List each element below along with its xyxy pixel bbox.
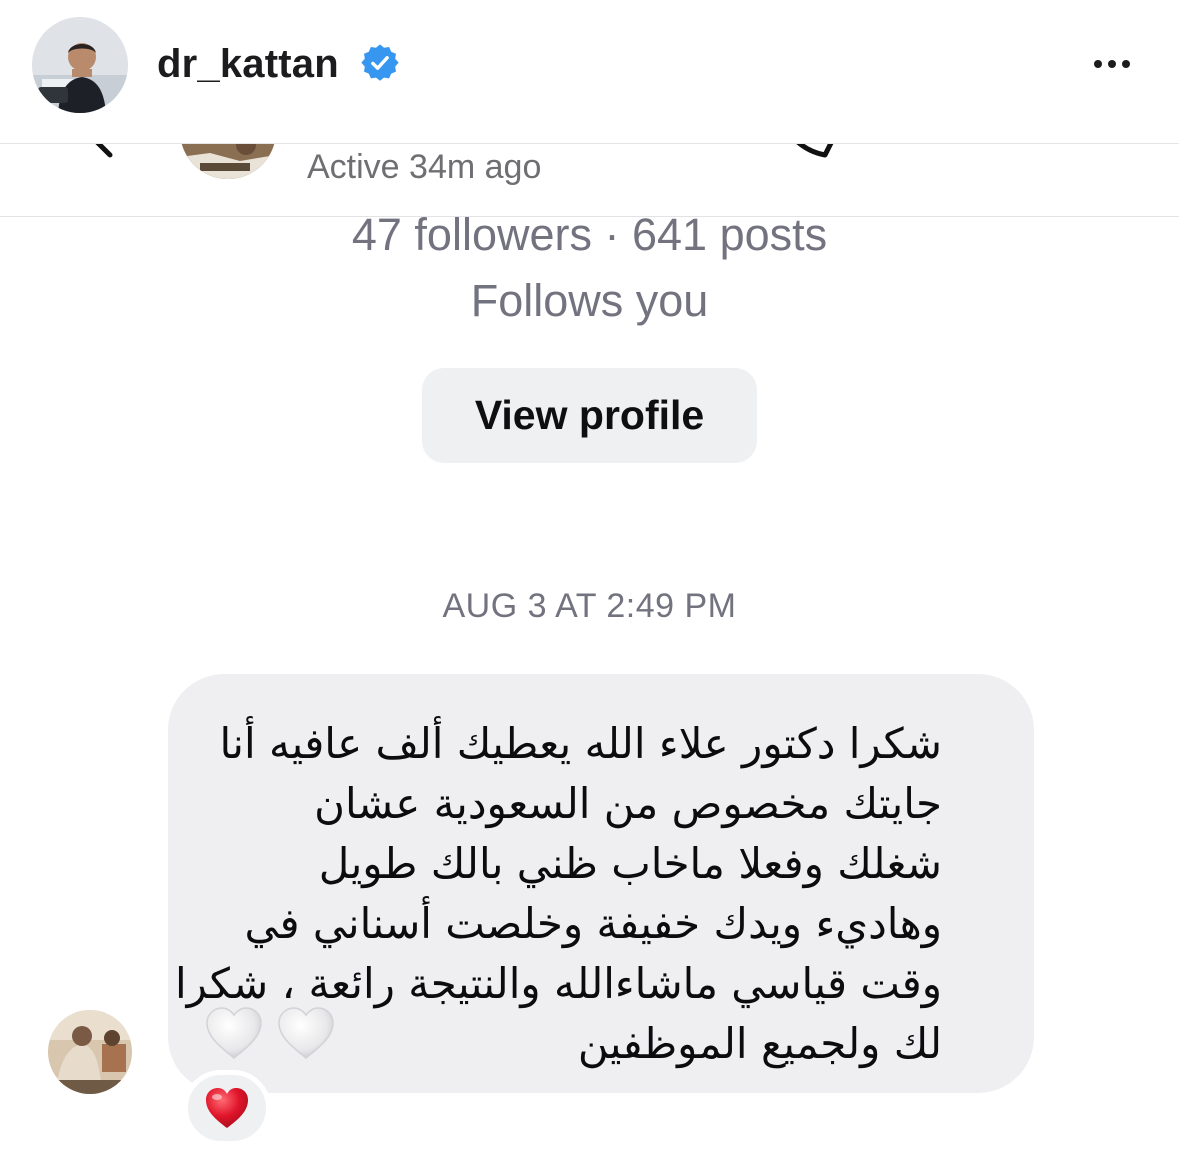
- message-timestamp: AUG 3 AT 2:49 PM: [442, 587, 737, 625]
- white-heart-icon: [278, 1007, 334, 1059]
- view-profile-button[interactable]: View profile: [422, 368, 757, 463]
- instagram-post-screenshot: dr_kattan Active 34m ago 47 followers · …: [0, 0, 1179, 1165]
- info-flag-icon[interactable]: [1066, 143, 1128, 169]
- phone-call-icon[interactable]: [775, 143, 835, 165]
- author-username[interactable]: dr_kattan: [157, 36, 339, 92]
- more-horizontal-icon-dot: [1108, 60, 1116, 68]
- red-heart-icon: [206, 1088, 248, 1128]
- more-options-button[interactable]: [1082, 46, 1142, 82]
- post-header: dr_kattan: [0, 0, 1179, 144]
- white-heart-icon: [206, 1007, 262, 1059]
- message-reaction[interactable]: [183, 1070, 271, 1146]
- profile-stats-text: 47 followers · 641 posts: [351, 209, 828, 260]
- sender-avatar-image: [48, 1010, 132, 1094]
- dm-header-bar: Active 34m ago: [0, 143, 1179, 217]
- more-horizontal-icon-dot: [1122, 60, 1130, 68]
- active-status-text: Active 34m ago: [307, 148, 542, 186]
- more-horizontal-icon-dot: [1094, 60, 1102, 68]
- sender-avatar[interactable]: [48, 1010, 132, 1094]
- author-avatar-image: [32, 17, 128, 113]
- contact-avatar-image: [180, 143, 276, 179]
- message-emoji-group: [205, 1006, 335, 1060]
- message-bubble[interactable]: شكرا دكتور علاء الله يعطيك ألف عافيه أنا…: [168, 674, 1034, 1093]
- author-avatar[interactable]: [32, 17, 128, 113]
- back-chevron-icon[interactable]: [80, 143, 120, 161]
- follows-you-text: Follows you: [470, 275, 709, 326]
- verified-badge-icon: [361, 44, 399, 81]
- contact-avatar[interactable]: [180, 143, 276, 179]
- video-call-icon[interactable]: [905, 143, 987, 163]
